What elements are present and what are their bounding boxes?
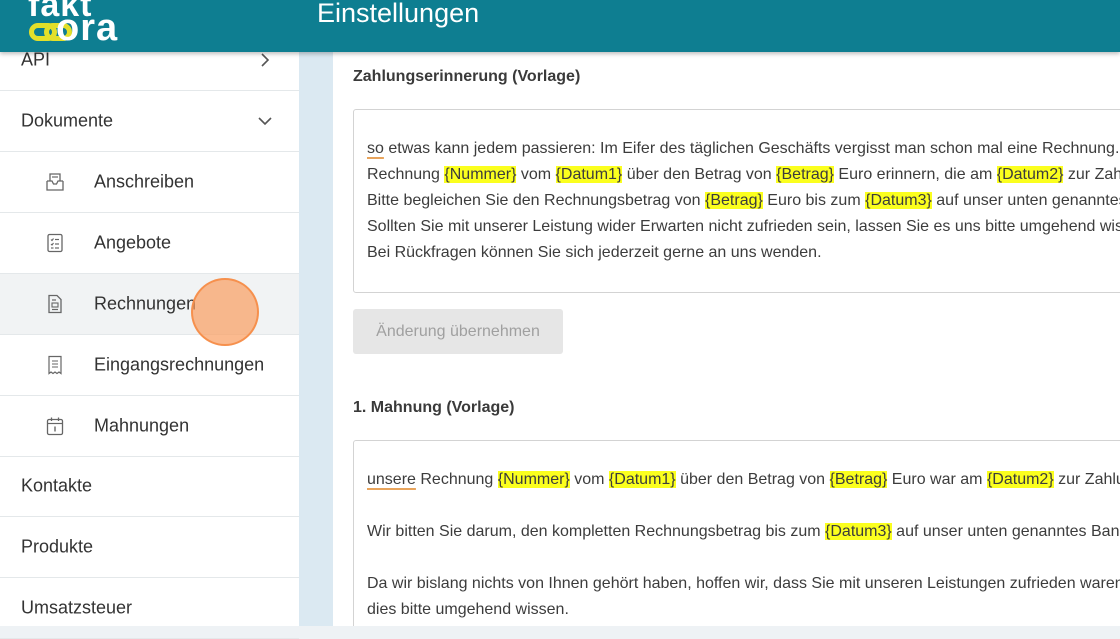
sidebar-item-eingangsrechnungen[interactable]: Eingangsrechnungen <box>0 335 299 396</box>
dunning-line-3: Da wir bislang nichts von Ihnen gehört h… <box>367 575 1120 592</box>
placeholder-nummer: {Nummer} <box>444 166 517 183</box>
reminder-line-4: Sollten Sie mit unserer Leistung wider E… <box>367 218 1120 235</box>
faktura-logo[interactable]: fakt ora <box>22 0 162 52</box>
logo-text-bottom: ora <box>56 7 119 49</box>
receipt-icon <box>48 355 62 375</box>
dunning-template-title: 1. Mahnung (Vorlage) <box>353 399 515 416</box>
chevron-right-icon <box>261 53 270 67</box>
placeholder-datum1: {Datum1} <box>608 471 676 488</box>
placeholder-datum2: {Datum2} <box>996 166 1064 183</box>
reminder-line-2: Rechnung {Nummer} vom {Datum1} über den … <box>367 166 1120 183</box>
placeholder-datum2: {Datum2} <box>986 471 1054 488</box>
placeholder-betrag: {Betrag} <box>776 166 834 183</box>
reminder-line-3: Bitte begleichen Sie den Rechnungsbetrag… <box>367 192 1120 209</box>
app-header: fakt ora Einstellungen <box>0 0 1120 52</box>
sidebar-item-label: Dokumente <box>21 110 114 131</box>
sidebar-item-label: Produkte <box>21 536 94 557</box>
apply-changes-button[interactable]: Änderung übernehmen <box>353 309 563 354</box>
sidebar-item-label: Angebote <box>94 232 172 253</box>
sidebar-item-dokumente[interactable]: Dokumente <box>0 91 299 152</box>
chevron-down-icon <box>258 117 272 126</box>
sidebar-item-label: Kontakte <box>21 475 93 496</box>
sidebar-item-label: Anschreiben <box>94 171 195 192</box>
sidebar-gutter <box>299 0 333 626</box>
placeholder-datum1: {Datum1} <box>555 166 623 183</box>
sidebar-item-label: Umsatzsteuer <box>21 597 133 618</box>
dunning-template-editor[interactable]: unsere Rechnung {Nummer} vom {Datum1} üb… <box>353 440 1120 626</box>
sidebar-item-umsatzsteuer[interactable]: Umsatzsteuer <box>0 578 299 639</box>
invoice-icon <box>48 294 62 314</box>
sidebar-item-anschreiben[interactable]: Anschreiben <box>0 152 299 213</box>
sidebar-item-mahnungen[interactable]: Mahnungen <box>0 396 299 457</box>
placeholder-datum3: {Datum3} <box>825 523 892 540</box>
reminder-template-title: Zahlungserinnerung (Vorlage) <box>353 68 581 85</box>
dunning-line-2: Wir bitten Sie darum, den kompletten Rec… <box>367 523 1120 540</box>
calendar-icon <box>46 417 64 436</box>
placeholder-betrag: {Betrag} <box>829 471 888 488</box>
reminder-line-5: Bei Rückfragen können Sie sich jederzeit… <box>367 244 822 261</box>
dunning-line-1: unsere Rechnung {Nummer} vom {Datum1} üb… <box>367 471 1120 488</box>
placeholder-nummer: {Nummer} <box>497 471 570 488</box>
click-indicator <box>191 278 259 346</box>
sidebar-item-label: API <box>21 49 51 70</box>
page-title: Einstellungen <box>317 0 480 28</box>
reminder-line-1: so etwas kann jedem passieren: Im Eifer … <box>367 140 1120 157</box>
placeholder-betrag: {Betrag} <box>705 192 763 209</box>
letter-tray-icon <box>46 173 64 191</box>
sidebar-item-produkte[interactable]: Produkte <box>0 517 299 578</box>
sidebar-item-label: Rechnungen <box>94 293 197 314</box>
settings-content: Zahlungserinnerung (Vorlage) so etwas ka… <box>333 52 1120 626</box>
reminder-template-editor[interactable]: so etwas kann jedem passieren: Im Eifer … <box>353 109 1120 293</box>
checklist-icon <box>47 233 63 253</box>
sidebar-item-kontakte[interactable]: Kontakte <box>0 456 299 517</box>
sidebar-item-angebote[interactable]: Angebote <box>0 213 299 274</box>
sidebar-item-label: Eingangsrechnungen <box>94 354 265 375</box>
dunning-line-4: dies bitte umgehend wissen. <box>367 601 569 618</box>
sidebar-item-label: Mahnungen <box>94 415 190 436</box>
placeholder-datum3: {Datum3} <box>865 192 932 209</box>
